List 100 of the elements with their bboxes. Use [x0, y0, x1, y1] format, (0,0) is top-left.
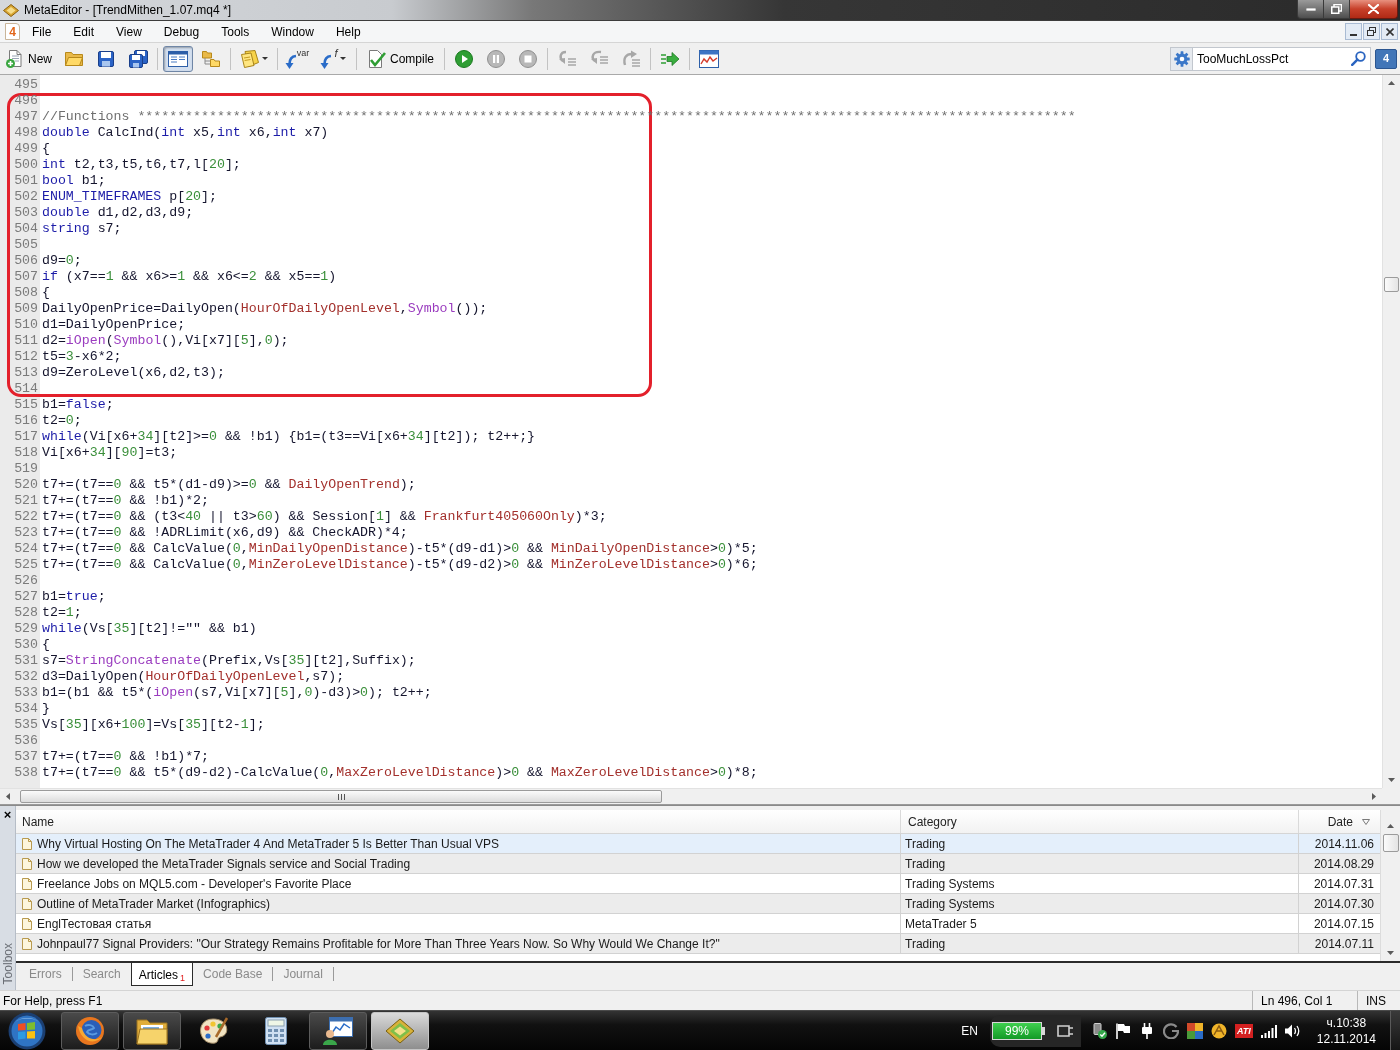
table-cell-text: Freelance Jobs on MQL5.com - Developer's Favorite Place: [37, 875, 352, 893]
clock-time[interactable]: ч.10:38: [1326, 1014, 1367, 1031]
caret-icon: [339, 57, 346, 60]
line-number: 515: [14, 397, 38, 413]
arrow-icon: [320, 53, 333, 69]
clock-date[interactable]: 12.11.2014: [1316, 1030, 1376, 1047]
taskbar-button[interactable]: [123, 1011, 181, 1050]
messages-button[interactable]: 4: [1375, 48, 1397, 69]
line-number: 514: [14, 381, 38, 397]
menu-item[interactable]: View: [105, 21, 153, 42]
sort-icon: [1362, 818, 1370, 825]
menu-item[interactable]: Help: [324, 21, 372, 42]
tiles-icon[interactable]: [1187, 1022, 1203, 1039]
vertical-scrollbar[interactable]: [1382, 75, 1400, 788]
close-button[interactable]: [1350, 0, 1398, 19]
article-row[interactable]: Outline of MetaTrader Market (Infographics) Trading Systems 2014.07.30: [16, 894, 1380, 914]
close-icon: [1368, 4, 1379, 14]
article-row[interactable]: EnglТестовая статья MetaTrader 5 2014.07.15: [16, 914, 1380, 934]
minimize-document-button[interactable]: [1345, 23, 1362, 40]
menu-item[interactable]: Tools: [210, 21, 261, 42]
article-row[interactable]: Johnpaul77 Signal Providers: "Our Strategy Remains Profitable for More Than Three Years Now. So Why Would We Change It?" Trading 2014.07.11: [16, 934, 1380, 954]
insert-function-button[interactable]: f: [315, 45, 351, 72]
table-cell-text: Outline of MetaTrader Market (Infographics): [37, 895, 270, 913]
code-line: }: [42, 701, 50, 717]
layout-toggle-button[interactable]: [163, 45, 193, 72]
step-over-icon: [589, 50, 610, 67]
plug-icon[interactable]: [1057, 1023, 1075, 1038]
article-row[interactable]: How we developed the MetaTrader Signals service and Social Trading Trading 2014.08.29: [16, 854, 1380, 874]
notes-icon: [240, 49, 259, 68]
compile-button[interactable]: Compile: [362, 45, 440, 72]
table-cell-text: 2014.07.30: [1313, 895, 1374, 913]
forward-arrow-icon: [661, 51, 680, 66]
article-row[interactable]: Why Virtual Hosting On The MetaTrader 4 And MetaTrader 5 Is Better Than Usual VPS Trading 2014.11.06: [16, 834, 1380, 854]
code-line: double d1,d2,d3,d9;: [42, 205, 194, 221]
scroll-right-icon: [1372, 793, 1376, 800]
new-button[interactable]: New: [2, 45, 56, 72]
code-line: t7+=(t7==0 && !ADRLimit(x6,d9) && CheckADR)*4;: [42, 525, 408, 541]
column-header[interactable]: Name: [16, 810, 900, 833]
code-editor[interactable]: [0, 75, 1382, 788]
line-number: 510: [14, 317, 38, 333]
restore-document-button[interactable]: [1363, 23, 1380, 40]
close-icon: [1385, 27, 1394, 36]
menu-item[interactable]: Edit: [62, 21, 106, 42]
language-indicator[interactable]: EN: [961, 1021, 978, 1040]
menu-item[interactable]: File: [21, 21, 63, 42]
restore-icon: [1331, 4, 1342, 14]
power-plug-icon[interactable]: [1139, 1022, 1155, 1039]
column-header[interactable]: Category: [900, 810, 1298, 833]
menu-item[interactable]: Debug: [152, 21, 211, 42]
signal-icon[interactable]: [1260, 1023, 1277, 1038]
code-line: d3=DailyOpen(HourOfDailyOpenLevel,s7);: [42, 669, 345, 685]
minimize-button[interactable]: [1297, 0, 1324, 19]
line-number: 519: [14, 461, 38, 477]
emblem-icon[interactable]: [1211, 1022, 1227, 1039]
line-number: 538: [14, 765, 38, 781]
tray-logo[interactable]: ATI: [1235, 1023, 1253, 1038]
line-number: 537: [14, 749, 38, 765]
code-line: b1=(b1 && t5*(iOpen(s7,Vi[x7][5],0)-d3)>0); t2++;: [42, 685, 432, 701]
restore-icon: [1367, 27, 1376, 36]
scrollbar-thumb[interactable]: [1382, 834, 1399, 852]
line-number: 496: [14, 93, 38, 109]
line-number: 513: [14, 365, 38, 381]
vertical-scrollbar[interactable]: [1380, 810, 1400, 961]
show-desktop-button[interactable]: [1390, 1011, 1400, 1050]
line-number: 533: [14, 685, 38, 701]
taskbar-button[interactable]: [309, 1011, 367, 1050]
table-cell-text: 2014.07.11: [1314, 935, 1374, 953]
new-file-icon: [6, 49, 22, 68]
table-cell-text: EnglТестовая статья: [37, 915, 152, 933]
code-line: {: [42, 637, 50, 653]
insert-variable-button[interactable]: var: [283, 45, 311, 72]
floppy-disks-icon: [128, 49, 148, 68]
line-number: 516: [14, 413, 38, 429]
code-line: while(Vs[35][t2]!="" && b1): [42, 621, 257, 637]
code-line: DailyOpenPrice=DailyOpen(HourOfDailyOpenLevel,Symbol());: [42, 301, 488, 317]
menu-item[interactable]: Window: [260, 21, 325, 42]
close-document-button[interactable]: [1381, 23, 1398, 40]
flag-icon[interactable]: [1115, 1022, 1131, 1039]
volume-icon[interactable]: [1284, 1023, 1301, 1038]
scrollbar-thumb[interactable]: [1384, 277, 1399, 292]
diamond-icon: [385, 1016, 415, 1045]
horizontal-scrollbar[interactable]: [0, 788, 1382, 804]
taskbar-button[interactable]: [61, 1011, 119, 1050]
maximize-button[interactable]: [1324, 0, 1350, 19]
code-line: if (x7==1 && x6>=1 && x6<=2 && x5==1): [42, 269, 337, 285]
taskbar-button[interactable]: [371, 1011, 429, 1050]
line-number: 525: [14, 557, 38, 573]
scroll-left-icon: [6, 793, 10, 800]
arc-icon[interactable]: [1163, 1022, 1179, 1039]
scrollbar-thumb[interactable]: [20, 790, 662, 803]
scroll-up-icon: [1388, 81, 1395, 85]
search-settings-button[interactable]: [1170, 46, 1193, 71]
line-number: 505: [14, 237, 38, 253]
line-number: 531: [14, 653, 38, 669]
search-field[interactable]: TooMuchLossPct: [1193, 46, 1371, 71]
article-row[interactable]: Freelance Jobs on MQL5.com - Developer's Favorite Place Trading Systems 2014.07.31: [16, 874, 1380, 894]
device-check-icon[interactable]: [1091, 1022, 1107, 1039]
code-line: Vs[35][x6+100]=Vs[35][t2-1];: [42, 717, 265, 733]
panel-close-button[interactable]: ×: [3, 808, 12, 821]
column-header[interactable]: Date: [1298, 810, 1378, 833]
